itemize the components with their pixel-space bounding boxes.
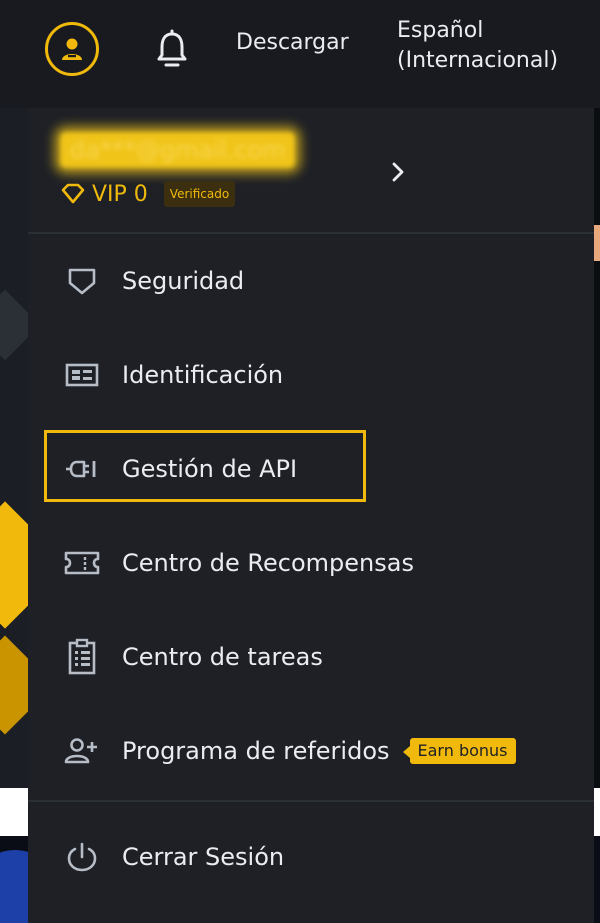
- api-plug-icon: [62, 449, 102, 489]
- vip-status: VIP 0 Verificado: [60, 176, 236, 212]
- account-dropdown-menu: da***@gmail.com VIP 0 Verificado Segurid…: [28, 108, 594, 923]
- ticket-icon: [62, 543, 102, 583]
- add-user-icon: [62, 731, 102, 771]
- account-summary[interactable]: da***@gmail.com VIP 0 Verificado: [28, 108, 594, 232]
- vip-level-label: VIP 0: [92, 181, 148, 207]
- user-icon: [62, 38, 82, 60]
- logout-label: Cerrar Sesión: [122, 843, 285, 871]
- menu-item-label: Centro de Recompensas: [122, 549, 414, 577]
- top-navigation-bar: Descargar Español (Internacional): [0, 0, 600, 108]
- shield-icon: [62, 261, 102, 301]
- logout-button[interactable]: Cerrar Sesión: [28, 810, 594, 904]
- account-email: da***@gmail.com: [60, 132, 296, 168]
- menu-item-label: Seguridad: [122, 267, 245, 295]
- menu-item-label: Centro de tareas: [122, 643, 323, 671]
- language-selector[interactable]: Español (Internacional): [397, 16, 558, 76]
- menu-item-label: Gestión de API: [122, 455, 298, 483]
- menu-item-task-center[interactable]: Centro de tareas: [28, 610, 594, 704]
- verified-badge: Verificado: [163, 181, 236, 207]
- user-account-button[interactable]: [45, 22, 99, 76]
- earn-bonus-badge: Earn bonus: [402, 738, 516, 764]
- diamond-icon: [61, 183, 85, 204]
- menu-item-rewards-center[interactable]: Centro de Recompensas: [28, 516, 594, 610]
- menu-item-identification[interactable]: Identificación: [28, 328, 594, 422]
- menu-item-referral-program[interactable]: Programa de referidos Earn bonus: [28, 704, 594, 798]
- id-card-icon: [62, 355, 102, 395]
- menu-item-label: Programa de referidos: [122, 737, 390, 765]
- chevron-right-icon: [392, 162, 404, 182]
- menu-item-api-management[interactable]: Gestión de API: [28, 422, 594, 516]
- background-decoration: [594, 225, 600, 261]
- language-name: Español: [397, 18, 484, 43]
- download-link[interactable]: Descargar: [236, 30, 349, 55]
- menu-divider: [28, 800, 594, 802]
- menu-item-security[interactable]: Seguridad: [28, 234, 594, 328]
- menu-item-label: Identificación: [122, 361, 284, 389]
- language-region: (Internacional): [397, 48, 559, 73]
- notifications-button[interactable]: [152, 28, 192, 72]
- bell-icon: [157, 29, 187, 67]
- clipboard-icon: [62, 637, 102, 677]
- power-icon: [62, 837, 102, 877]
- account-details-button[interactable]: [384, 158, 412, 186]
